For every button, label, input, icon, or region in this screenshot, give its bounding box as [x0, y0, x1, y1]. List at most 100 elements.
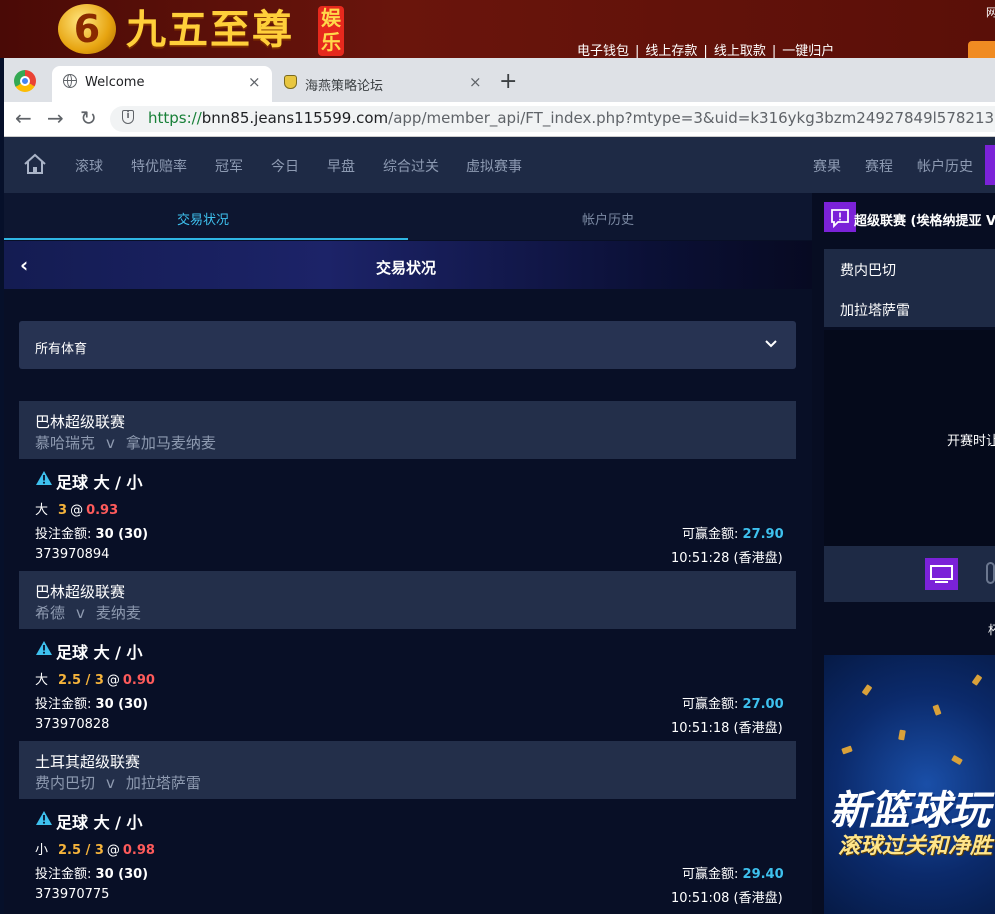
forward-arrow-icon[interactable]: → — [47, 106, 64, 130]
bet-time: 10:51:18 (香港盘) — [671, 721, 783, 736]
selection: 大 — [35, 503, 49, 518]
home-team: 希德 — [35, 604, 66, 622]
win-line: 可赢金额: 27.90 — [682, 523, 784, 542]
banner-button[interactable] — [968, 41, 995, 58]
tab-title: Welcome — [85, 75, 145, 90]
handicap: 3 — [58, 503, 68, 518]
url-host: bnn85.jeans115599.com — [201, 109, 389, 127]
nav-account-history[interactable]: 帐户历史 — [917, 156, 973, 176]
url-scheme: https:// — [148, 109, 202, 127]
tv-icon[interactable] — [925, 558, 958, 590]
tab-title[interactable]: 海燕策略论坛 — [305, 75, 383, 94]
new-tab-button[interactable]: + — [499, 70, 517, 94]
live-start-text: 开赛时让 — [947, 434, 995, 449]
chat-icon[interactable] — [824, 202, 856, 232]
vs-label: v — [76, 604, 85, 622]
win-value: 29.40 — [742, 867, 784, 882]
win-label: 可赢金额: — [682, 867, 739, 882]
tab-account-history[interactable]: 帐户历史 — [582, 209, 634, 228]
back-arrow-icon[interactable]: ← — [15, 106, 32, 130]
nav-today[interactable]: 今日 — [271, 156, 299, 176]
globe-icon — [63, 74, 77, 88]
nav-outright[interactable]: 冠军 — [215, 156, 243, 176]
match-teams: 费内巴切 v 加拉塔萨雷 — [35, 772, 201, 793]
active-tab-underline — [4, 238, 408, 240]
stake-line: 投注金额: 30 (30) — [35, 523, 148, 542]
bet-type: 足球 大 / 小 — [56, 813, 143, 832]
warning-icon — [36, 811, 52, 825]
stake-value: 30 (30) — [95, 867, 149, 882]
league-name: 土耳其超级联赛 — [35, 753, 141, 771]
win-value: 27.00 — [742, 697, 784, 712]
match-teams: 希德 v 麦纳麦 — [35, 602, 141, 623]
banner-sep: | — [703, 44, 708, 59]
nav-virtual[interactable]: 虚拟赛事 — [466, 156, 522, 176]
url-path: /app/member_api/FT_index.php?mtype=3&uid… — [388, 109, 995, 127]
vs-label: v — [106, 774, 115, 792]
banner-corner-text: 网 — [986, 6, 995, 19]
away-team: 加拉塔萨雷 — [125, 774, 201, 792]
win-label: 可赢金额: — [682, 527, 739, 542]
odds: 0.90 — [122, 673, 155, 688]
stake-value: 30 (30) — [95, 527, 149, 542]
banner-link-consolidate[interactable]: 一键归户 — [782, 44, 834, 59]
banner-link-deposit[interactable]: 线上存款 — [645, 44, 697, 59]
away-team: 拿加马麦纳麦 — [125, 434, 216, 452]
league-name: 巴林超级联赛 — [35, 583, 126, 601]
site-info-icon[interactable]: i — [122, 110, 134, 124]
nav-parlay[interactable]: 综合过关 — [383, 156, 439, 176]
logo-badge: 娱乐 — [318, 6, 344, 56]
win-line: 可赢金额: 29.40 — [682, 863, 784, 882]
banner-sep: | — [771, 44, 777, 59]
stake-line: 投注金额: 30 (30) — [35, 863, 148, 882]
forum-favicon-icon — [284, 75, 297, 89]
stake-label: 投注金额: — [35, 527, 92, 542]
url-text[interactable]: https://bnn85.jeans115599.com/app/member… — [148, 109, 995, 127]
confetti-decoration — [898, 729, 906, 741]
nav-early[interactable]: 早盘 — [327, 156, 355, 176]
banner-link-wallet[interactable]: 电子钱包 — [577, 44, 629, 59]
handicap: 2.5 / 3 — [58, 673, 104, 688]
tab-close-icon[interactable]: × — [469, 74, 482, 90]
back-chevron-icon[interactable]: ‹ — [20, 254, 28, 276]
nav-accent-button[interactable] — [985, 145, 995, 185]
banner-nav: 电子钱包 | 线上存款 | 线上取款 | 一键归户 — [577, 40, 834, 59]
at-sign: @ — [106, 843, 120, 858]
win-value: 27.90 — [742, 527, 784, 542]
at-sign: @ — [70, 503, 84, 518]
logo-coin: 6 — [58, 4, 116, 54]
selection-line: 小 2.5 / 3 @0.98 — [35, 839, 155, 858]
nav-results[interactable]: 赛果 — [813, 156, 841, 176]
win-label: 可赢金额: — [682, 697, 739, 712]
chevron-down-icon[interactable] — [762, 334, 780, 352]
selection: 大 — [35, 673, 49, 688]
selection: 小 — [35, 843, 49, 858]
microphone-icon[interactable] — [986, 562, 995, 584]
sport-filter-select[interactable] — [19, 321, 796, 369]
banner-link-withdraw[interactable]: 线上取款 — [714, 44, 766, 59]
warning-icon — [36, 641, 52, 655]
home-team: 慕哈瑞克 — [35, 434, 96, 452]
stake-label: 投注金额: — [35, 867, 92, 882]
live-control-bar — [824, 546, 995, 602]
tab-close-icon[interactable]: × — [248, 74, 261, 90]
odds: 0.98 — [122, 843, 155, 858]
reload-icon[interactable]: ↻ — [80, 106, 97, 130]
browser-logo-icon — [14, 70, 36, 92]
stake-label: 投注金额: — [35, 697, 92, 712]
tab-bet-status-label[interactable]: 交易状况 — [177, 209, 229, 228]
league-name: 巴林超级联赛 — [35, 413, 126, 431]
home-icon[interactable] — [23, 153, 47, 175]
stake-line: 投注金额: 30 (30) — [35, 693, 148, 712]
warning-icon — [36, 471, 52, 485]
nav-schedule[interactable]: 赛程 — [865, 156, 893, 176]
ticket-id: 373970775 — [35, 887, 110, 902]
nav-inplay[interactable]: 滚球 — [75, 156, 103, 176]
nav-boosted-odds[interactable]: 特优赔率 — [131, 156, 187, 176]
banner-sep: | — [635, 44, 640, 59]
at-sign: @ — [106, 673, 120, 688]
page-title: 交易状况 — [376, 259, 437, 277]
handicap: 2.5 / 3 — [58, 843, 104, 858]
live-match-title: 超级联赛 (埃格纳提亚 V — [854, 214, 995, 229]
odds: 0.93 — [86, 503, 119, 518]
